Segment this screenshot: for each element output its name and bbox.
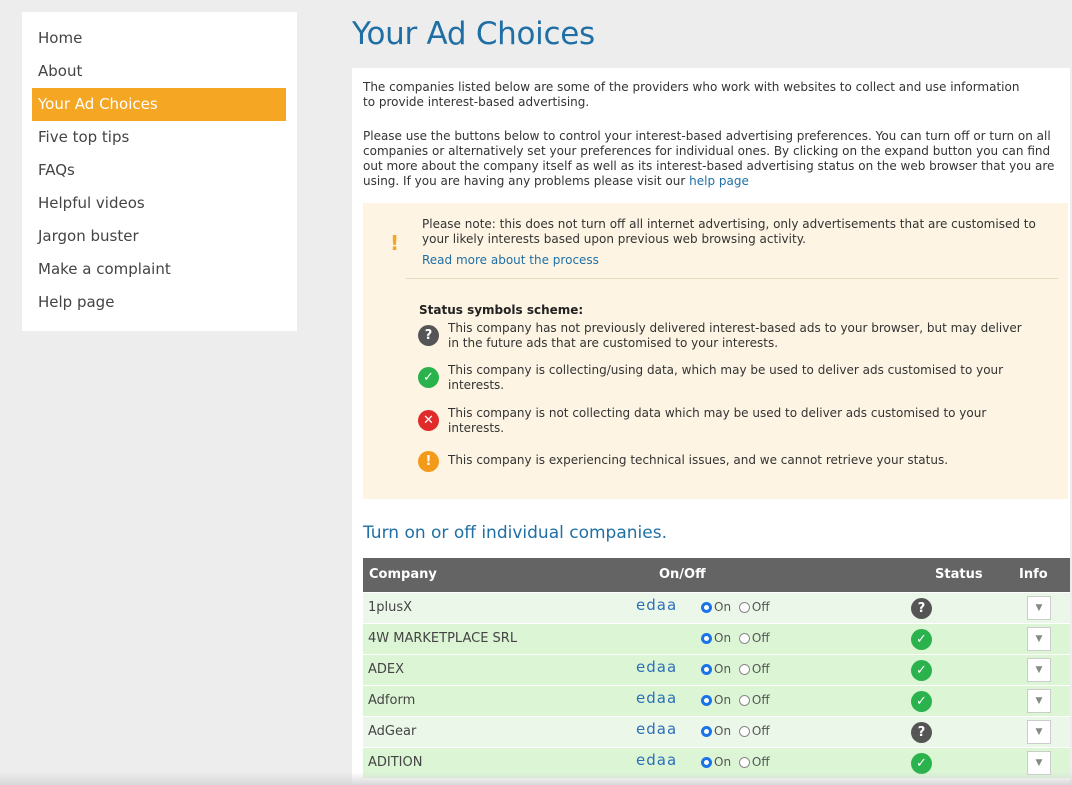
company-name: AdGear (368, 724, 417, 739)
sidebar-item-jargon-buster[interactable]: Jargon buster (32, 220, 286, 253)
check-icon: ✓ (418, 367, 439, 388)
on-off-toggle: On Off (701, 600, 774, 614)
column-header-company: Company (369, 567, 437, 582)
sidebar-item-about[interactable]: About (32, 55, 286, 88)
status-scheme-text: This company has not previously delivere… (448, 321, 1022, 350)
edaa-logo: edaa (636, 596, 678, 614)
on-off-toggle: On Off (701, 724, 774, 738)
edaa-logo: edaa (636, 689, 678, 707)
off-label: Off (751, 600, 770, 614)
off-radio[interactable] (738, 633, 750, 644)
sidebar-item-make-a-complaint[interactable]: Make a complaint (32, 253, 286, 286)
info-expand-button[interactable]: ▼ (1027, 658, 1051, 682)
off-radio[interactable] (738, 726, 750, 737)
main-content: The companies listed below are some of t… (352, 68, 1070, 785)
off-radio[interactable] (738, 602, 750, 613)
off-radio[interactable] (738, 757, 750, 768)
note-box: ! Please note: this does not turn off al… (363, 203, 1068, 499)
sidebar-item-your-ad-choices[interactable]: Your Ad Choices (32, 88, 286, 121)
on-radio[interactable] (701, 757, 712, 768)
on-label: On (714, 662, 732, 676)
warning-icon: ! (418, 451, 439, 472)
table-header: Company On/Off Status Info (363, 558, 1070, 592)
on-radio[interactable] (701, 602, 712, 613)
off-label: Off (751, 755, 770, 769)
read-more-link[interactable]: Read more about the process (422, 253, 599, 267)
on-label: On (714, 755, 732, 769)
exclamation-icon: ! (390, 231, 400, 255)
column-header-status: Status (935, 567, 983, 582)
info-expand-button[interactable]: ▼ (1027, 689, 1051, 713)
check-icon: ✓ (911, 691, 932, 712)
edaa-logo: edaa (636, 720, 678, 738)
edaa-logo: edaa (636, 658, 678, 676)
check-icon: ✓ (911, 660, 932, 681)
sidebar-item-faqs[interactable]: FAQs (32, 154, 286, 187)
edaa-logo: edaa (636, 751, 678, 769)
company-name: ADEX (368, 662, 405, 677)
company-name: 4W MARKETPLACE SRL (368, 631, 518, 646)
status-scheme-text: This company is experiencing technical i… (448, 453, 949, 467)
on-label: On (714, 724, 732, 738)
help-page-link[interactable]: help page (689, 174, 749, 188)
on-radio[interactable] (701, 633, 712, 644)
question-icon: ? (418, 325, 439, 346)
check-icon: ✓ (911, 753, 932, 774)
table-row: AdGear edaa On Off ? ▼ (363, 716, 1070, 747)
question-icon: ? (911, 598, 932, 619)
sidebar-item-five-top-tips[interactable]: Five top tips (32, 121, 286, 154)
on-radio[interactable] (701, 726, 712, 737)
page-title: Your Ad Choices (352, 16, 595, 52)
company-name: 1plusX (368, 600, 413, 615)
window-bottom-edge (0, 772, 1072, 785)
on-radio[interactable] (701, 664, 712, 675)
divider (406, 278, 1058, 279)
on-label: On (714, 600, 732, 614)
column-header-info: Info (1019, 567, 1048, 582)
info-expand-button[interactable]: ▼ (1027, 627, 1051, 651)
table-row: Adform edaa On Off ✓ ▼ (363, 685, 1070, 716)
off-label: Off (751, 662, 770, 676)
company-name: Adform (368, 693, 416, 708)
table-row: 4W MARKETPLACE SRL On Off ✓ ▼ (363, 623, 1070, 654)
intro-paragraph: The companies listed below are some of t… (363, 80, 1020, 109)
companies-section-heading: Turn on or off individual companies. (363, 523, 667, 543)
check-icon: ✓ (911, 629, 932, 650)
on-label: On (714, 693, 732, 707)
question-icon: ? (911, 722, 932, 743)
off-label: Off (751, 724, 770, 738)
column-header-on-off: On/Off (659, 567, 706, 582)
table-row: ADEX edaa On Off ✓ ▼ (363, 654, 1070, 685)
on-off-toggle: On Off (701, 693, 774, 707)
company-name: ADITION (368, 755, 423, 770)
off-label: Off (751, 631, 770, 645)
sidebar-item-help-page[interactable]: Help page (32, 286, 286, 319)
on-off-toggle: On Off (701, 631, 774, 645)
off-label: Off (751, 693, 770, 707)
instructions-paragraph: Please use the buttons below to control … (363, 129, 1063, 189)
off-radio[interactable] (738, 695, 750, 706)
info-expand-button[interactable]: ▼ (1027, 596, 1051, 620)
on-off-toggle: On Off (701, 662, 774, 676)
sidebar-item-home[interactable]: Home (32, 22, 286, 55)
note-text: Please note: this does not turn off all … (422, 217, 1036, 246)
status-scheme-heading: Status symbols scheme: (419, 303, 584, 317)
status-scheme-text: This company is collecting/using data, w… (448, 363, 1004, 392)
off-radio[interactable] (738, 664, 750, 675)
sidebar: Home About Your Ad Choices Five top tips… (22, 12, 297, 331)
table-row: 1plusX edaa On Off ? ▼ (363, 592, 1070, 623)
sidebar-item-helpful-videos[interactable]: Helpful videos (32, 187, 286, 220)
status-scheme-text: This company is not collecting data whic… (448, 406, 987, 435)
cross-icon: ✕ (418, 410, 439, 431)
info-expand-button[interactable]: ▼ (1027, 720, 1051, 744)
on-radio[interactable] (701, 695, 712, 706)
on-off-toggle: On Off (701, 755, 774, 769)
on-label: On (714, 631, 732, 645)
